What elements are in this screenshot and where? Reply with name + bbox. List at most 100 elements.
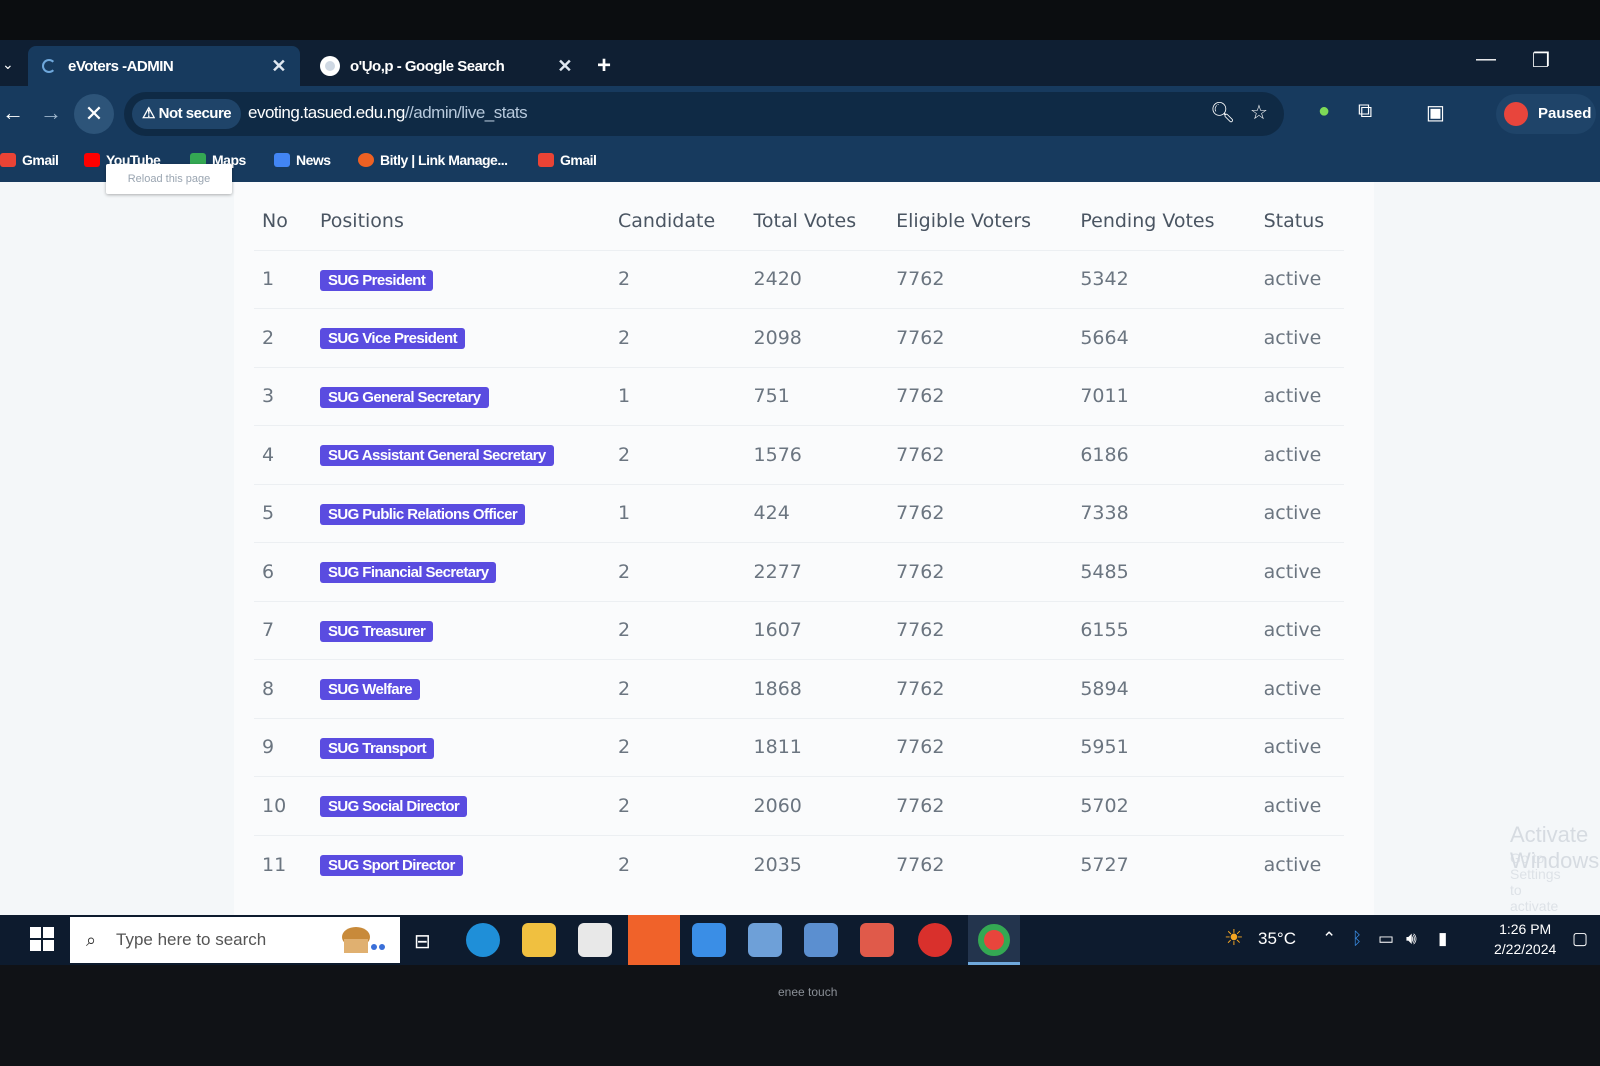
zoom-search-icon[interactable]: 🔍︎ xyxy=(1210,100,1235,125)
office-icon[interactable] xyxy=(860,923,894,957)
cell-position: SUG Public Relations Officer xyxy=(312,483,610,543)
cell-pending-votes: 5342 xyxy=(1072,249,1256,309)
edge-icon[interactable] xyxy=(466,923,500,957)
mail-icon[interactable] xyxy=(692,923,726,957)
cell-no: 7 xyxy=(254,600,312,660)
cell-pending-votes: 5951 xyxy=(1072,717,1256,777)
side-panel-icon[interactable]: ▣ xyxy=(1426,100,1445,125)
cell-candidate: 1 xyxy=(610,366,746,426)
position-badge: SUG General Secretary xyxy=(320,386,489,408)
tab-evoters-admin[interactable]: eVoters -ADMIN ✕ xyxy=(28,46,300,86)
table-row: 8 SUG Welfare 2 1868 7762 5894 active xyxy=(254,659,1344,718)
position-badge: SUG Assistant General Secretary xyxy=(320,445,554,467)
tab-close-icon[interactable]: ✕ xyxy=(557,56,572,77)
taskbar-search-box[interactable]: ⌕ Type here to search xyxy=(70,917,400,963)
cell-pending-votes: 6155 xyxy=(1072,600,1256,660)
back-arrow-icon[interactable]: ← xyxy=(2,100,24,126)
chrome-icon xyxy=(978,924,1010,956)
file-explorer-icon[interactable] xyxy=(522,923,556,957)
not-secure-label: Not secure xyxy=(158,105,232,122)
cell-status: active xyxy=(1255,600,1344,660)
cell-total-votes: 424 xyxy=(745,483,889,543)
store-icon[interactable] xyxy=(578,923,612,957)
bookmark-label: Gmail xyxy=(560,152,597,168)
tab-google-search[interactable]: o'Ųo,p - Google Search ✕ xyxy=(306,46,586,86)
table-row: 3 SUG General Secretary 1 751 7762 7011 active xyxy=(254,366,1344,426)
task-view-icon[interactable]: ⊟ xyxy=(414,929,431,954)
restore-icon[interactable]: ❐ xyxy=(1532,48,1550,73)
cell-total-votes: 751 xyxy=(745,366,889,426)
address-bar[interactable]: ⚠ Not secure evoting.tasued.edu.ng//admi… xyxy=(124,92,1284,136)
tab-close-icon[interactable]: ✕ xyxy=(271,56,286,77)
forward-arrow-icon[interactable]: → xyxy=(40,100,62,126)
new-tab-button[interactable]: + xyxy=(597,52,611,80)
cell-position: SUG Assistant General Secretary xyxy=(312,425,610,484)
bluetooth-icon[interactable]: ᛒ xyxy=(1352,929,1362,949)
minimize-icon[interactable]: — xyxy=(1476,48,1496,71)
cell-eligible-voters: 7762 xyxy=(888,834,1073,894)
position-badge: SUG Transport xyxy=(320,737,435,759)
cell-no: 9 xyxy=(254,717,312,777)
chrome-taskbar-button[interactable] xyxy=(968,915,1020,965)
url-text[interactable]: evoting.tasued.edu.ng//admin/live_stats xyxy=(248,103,528,123)
gmail-icon xyxy=(538,153,554,167)
cell-candidate: 2 xyxy=(610,542,746,601)
cell-no: 2 xyxy=(254,308,312,367)
cell-total-votes: 2060 xyxy=(745,776,889,835)
cell-pending-votes: 5485 xyxy=(1072,542,1256,601)
calculator-icon[interactable] xyxy=(804,923,838,957)
table-row: 11 SUG Sport Director 2 2035 7762 5727 active xyxy=(254,834,1344,894)
bookmark-label: Bitly | Link Manage... xyxy=(380,152,508,168)
cell-candidate: 2 xyxy=(610,834,746,894)
bookmark-bitly[interactable]: Bitly | Link Manage... xyxy=(358,152,508,168)
bookmarks-bar: Gmail YouTube Maps News Bitly | Link Man… xyxy=(0,142,1600,182)
cell-candidate: 2 xyxy=(610,308,746,367)
windows-start-icon[interactable] xyxy=(30,927,54,951)
cell-pending-votes: 5727 xyxy=(1072,834,1256,894)
cell-eligible-voters: 7762 xyxy=(888,659,1073,718)
battery-icon[interactable]: ▮ xyxy=(1438,929,1447,949)
header-pending-votes: Pending Votes xyxy=(1080,209,1215,232)
cell-position: SUG Vice President xyxy=(312,308,610,367)
volume-icon[interactable]: 🔊︎ xyxy=(1406,929,1417,949)
cell-candidate: 2 xyxy=(610,600,746,660)
weather-sun-icon[interactable]: ☀ xyxy=(1224,925,1244,951)
bookmark-news[interactable]: News xyxy=(274,152,331,168)
cell-total-votes: 2098 xyxy=(745,308,889,367)
network-icon[interactable]: ▭ xyxy=(1378,929,1394,949)
table-row: 10 SUG Social Director 2 2060 7762 5702 active xyxy=(254,776,1344,835)
warning-icon: ⚠ xyxy=(142,105,159,122)
tab-bar: ⌄ eVoters -ADMIN ✕ o'Ųo,p - Google Searc… xyxy=(0,40,1600,86)
taskbar-clock[interactable]: 1:26 PM 2/22/2024 xyxy=(1494,919,1556,959)
windows-taskbar: ⌕ Type here to search ⊟ ☀ 35°C ⌃ ᛒ ▭ 🔊︎ … xyxy=(0,915,1600,965)
bookmark-gmail[interactable]: Gmail xyxy=(0,152,59,168)
notifications-icon[interactable]: ▢ xyxy=(1572,929,1588,949)
cell-status: active xyxy=(1255,366,1344,426)
app-orange-icon[interactable] xyxy=(628,915,680,965)
tab-search-chevron-icon[interactable]: ⌄ xyxy=(2,56,14,73)
not-secure-chip[interactable]: ⚠ Not secure xyxy=(132,99,242,129)
bookmark-gmail-2[interactable]: Gmail xyxy=(538,152,597,168)
cell-no: 3 xyxy=(254,366,312,426)
header-total-votes: Total Votes xyxy=(753,209,857,232)
cell-no: 1 xyxy=(254,249,312,309)
stop-loading-button[interactable]: ✕ xyxy=(74,94,114,134)
bookmark-label: Gmail xyxy=(22,152,59,168)
weather-temp[interactable]: 35°C xyxy=(1258,929,1296,949)
clock-date: 2/22/2024 xyxy=(1494,941,1557,957)
extensions-puzzle-icon[interactable]: ⧉ xyxy=(1358,100,1372,123)
profile-button[interactable]: Paused xyxy=(1496,94,1596,134)
position-badge: SUG President xyxy=(320,269,434,291)
header-positions: Positions xyxy=(320,209,404,232)
cell-status: active xyxy=(1255,834,1344,894)
network-app-icon[interactable] xyxy=(748,923,782,957)
extension-status-icon[interactable]: ● xyxy=(1318,100,1330,123)
tray-chevron-up-icon[interactable]: ⌃ xyxy=(1322,929,1336,949)
cell-no: 6 xyxy=(254,542,312,601)
position-badge: SUG Treasurer xyxy=(320,620,434,642)
wps-icon[interactable] xyxy=(918,923,952,957)
bookmark-star-icon[interactable]: ☆ xyxy=(1250,100,1268,125)
cell-eligible-voters: 7762 xyxy=(888,776,1073,835)
cell-status: active xyxy=(1255,249,1344,309)
monitor-bezel-bottom: enee touch xyxy=(0,965,1600,1066)
